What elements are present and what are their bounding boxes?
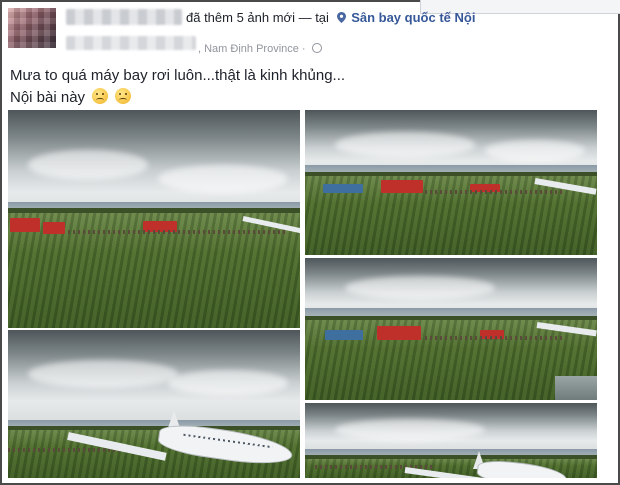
sub-location-text[interactable]: , Nam Định Province · — [198, 43, 306, 55]
avatar[interactable] — [8, 8, 56, 48]
globe-icon[interactable] — [311, 43, 322, 53]
disappointed-face-emoji-icon — [92, 88, 109, 104]
post-photo-1[interactable] — [8, 110, 300, 328]
blurred-author-name[interactable] — [66, 9, 182, 25]
location-link[interactable]: Sân bay quốc tế Nội — [351, 10, 475, 25]
post-message: Mưa to quá máy bay rơi luôn...thật là ki… — [10, 66, 345, 108]
header-action-text: đã thêm 5 ảnh mới — tại — [186, 10, 329, 25]
post-text-line-1: Mưa to quá máy bay rơi luôn...thật là ki… — [10, 67, 346, 84]
post-photo-5[interactable] — [305, 403, 597, 478]
post-text-line-2-wrap: Nội bài này — [10, 86, 345, 108]
post-photo-3[interactable] — [305, 258, 597, 400]
post-photo-2[interactable] — [305, 110, 597, 255]
blurred-timestamp — [66, 36, 196, 50]
post-header: đã thêm 5 ảnh mới — tại Sân bay quốc tế … — [8, 6, 608, 62]
disappointed-face-emoji-icon — [115, 88, 132, 104]
post-header-line: đã thêm 5 ảnh mới — tại Sân bay quốc tế … — [186, 10, 475, 25]
post-photo-4[interactable] — [8, 330, 300, 478]
post-text-line-2: Nội bài này — [10, 89, 86, 106]
post-sub-line: , Nam Định Province · — [198, 42, 322, 55]
map-pin-icon — [336, 11, 346, 23]
